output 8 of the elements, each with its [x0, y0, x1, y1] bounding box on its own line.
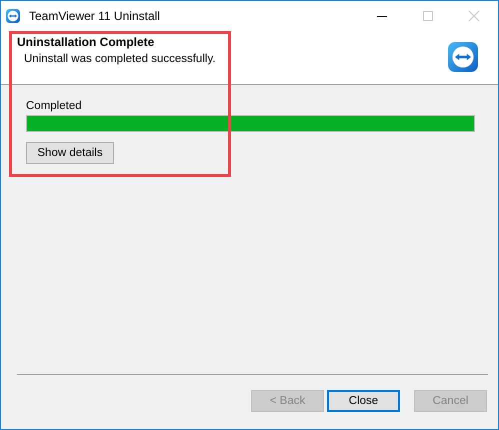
app-logo-icon — [447, 41, 479, 73]
show-details-button[interactable]: Show details — [26, 142, 114, 164]
header-title: Uninstallation Complete — [17, 35, 156, 49]
window-title: TeamViewer 11 Uninstall — [29, 9, 161, 23]
app-icon — [5, 8, 21, 24]
progress-label: Completed — [26, 100, 82, 112]
header-subtitle: Uninstall was completed successfully. — [23, 53, 216, 65]
dialog-button[interactable]: Close — [327, 390, 400, 412]
